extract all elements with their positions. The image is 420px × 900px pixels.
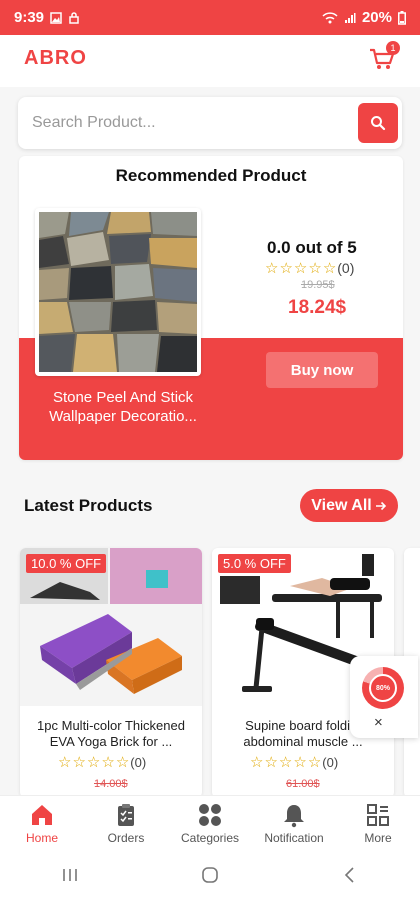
bottom-navigation: Home Orders Categories Notification More xyxy=(0,795,420,850)
stone-wallpaper-image xyxy=(39,212,197,372)
status-bar: 9:39 20% xyxy=(0,0,420,35)
view-all-button[interactable]: View All xyxy=(300,489,398,522)
recommended-product-card[interactable]: Recommended Product 0.0 out of 5 ☆ ☆ ☆ ☆… xyxy=(19,156,403,460)
signal-icon xyxy=(344,12,356,23)
recommended-product-image[interactable] xyxy=(35,208,201,376)
star-icon: ☆ xyxy=(115,754,130,771)
star-icon: ☆ xyxy=(278,754,293,771)
back-icon[interactable] xyxy=(340,865,360,885)
battery-icon xyxy=(398,10,406,25)
star-icon: ☆ xyxy=(58,754,72,771)
more-grid-icon xyxy=(367,804,389,826)
review-count: (0) xyxy=(337,260,355,276)
home-button-icon[interactable] xyxy=(200,865,220,885)
star-icon: ☆ xyxy=(308,259,322,277)
product-name[interactable]: 1pc Multi-color Thickened EVA Yoga Brick… xyxy=(26,718,196,750)
battery-level: 20% xyxy=(361,9,392,26)
product-star-rating: ☆ ☆ ☆ ☆ ☆ (0) xyxy=(250,755,338,770)
star-icon: ☆ xyxy=(279,259,293,277)
product-old-price: 14.00$ xyxy=(94,778,128,790)
view-all-label: View All xyxy=(311,496,372,514)
grid-circles-icon xyxy=(199,804,221,826)
cart-button[interactable]: 1 xyxy=(368,41,400,73)
buy-now-button[interactable]: Buy now xyxy=(266,352,378,388)
home-icon xyxy=(32,805,52,825)
arrow-right-icon xyxy=(375,501,386,510)
bell-icon xyxy=(284,805,304,828)
close-icon[interactable]: × xyxy=(374,714,383,731)
app-header: ABRO 1 xyxy=(0,35,420,87)
recommended-rating-text: 0.0 out of 5 xyxy=(267,238,357,257)
search-bar xyxy=(18,97,402,149)
system-navigation-bar xyxy=(0,850,420,900)
latest-products-title: Latest Products xyxy=(24,496,153,515)
floating-progress-widget: 80% × xyxy=(350,656,418,738)
discount-badge: 5.0 % OFF xyxy=(218,554,291,573)
clipboard-icon xyxy=(118,804,134,826)
star-icon: ☆ xyxy=(264,754,278,771)
recommended-product-name[interactable]: Stone Peel And Stick Wallpaper Decoratio… xyxy=(33,388,213,426)
star-icon: ☆ xyxy=(265,259,279,277)
review-count: (0) xyxy=(130,755,147,770)
product-card[interactable]: 10.0 % OFF 1pc Multi-color Thickened EVA… xyxy=(20,548,202,798)
star-icon: ☆ xyxy=(101,754,115,771)
nav-item-notification[interactable]: Notification xyxy=(252,796,336,850)
progress-percent: 80% xyxy=(369,674,397,702)
search-button[interactable] xyxy=(358,103,398,143)
star-icon: ☆ xyxy=(72,754,86,771)
status-time: 9:39 xyxy=(14,9,45,26)
recommended-price: 18.24$ xyxy=(288,297,347,318)
recommended-old-price: 19.95$ xyxy=(301,279,335,291)
nav-item-categories[interactable]: Categories xyxy=(168,796,252,850)
nav-label-orders: Orders xyxy=(107,831,145,845)
app-screen: 9:39 20% ABRO 1 Recomm xyxy=(0,0,420,900)
star-icon: ☆ xyxy=(86,754,101,771)
star-icon: ☆ xyxy=(293,754,307,771)
nav-label-more: More xyxy=(364,831,392,845)
star-icon: ☆ xyxy=(322,259,337,277)
lock-icon xyxy=(69,11,79,24)
brand-logo[interactable]: ABRO xyxy=(24,47,87,70)
star-icon: ☆ xyxy=(293,259,308,277)
recent-apps-icon[interactable] xyxy=(60,865,80,885)
nav-label-categories: Categories xyxy=(180,831,240,845)
brand-logo-text: ABRO xyxy=(24,47,87,69)
search-input[interactable] xyxy=(32,97,352,149)
nav-item-orders[interactable]: Orders xyxy=(84,796,168,850)
wifi-icon xyxy=(322,11,338,23)
search-icon xyxy=(371,116,386,131)
product-star-rating: ☆ ☆ ☆ ☆ ☆ (0) xyxy=(58,755,146,770)
recommended-star-rating: ☆ ☆ ☆ ☆ ☆ (0) xyxy=(265,260,354,276)
star-icon: ☆ xyxy=(307,754,322,771)
nav-label-notification: Notification xyxy=(264,831,324,845)
image-icon xyxy=(50,11,62,24)
nav-label-home: Home xyxy=(25,831,58,845)
nav-item-more[interactable]: More xyxy=(336,796,420,850)
nav-item-home[interactable]: Home xyxy=(0,796,84,850)
discount-badge: 10.0 % OFF xyxy=(26,554,107,573)
review-count: (0) xyxy=(322,755,339,770)
star-icon: ☆ xyxy=(250,754,264,771)
recommended-title: Recommended Product xyxy=(115,166,307,185)
progress-ring[interactable]: 80% xyxy=(362,667,404,709)
cart-badge: 1 xyxy=(386,41,400,55)
product-old-price: 61.00$ xyxy=(286,778,320,790)
